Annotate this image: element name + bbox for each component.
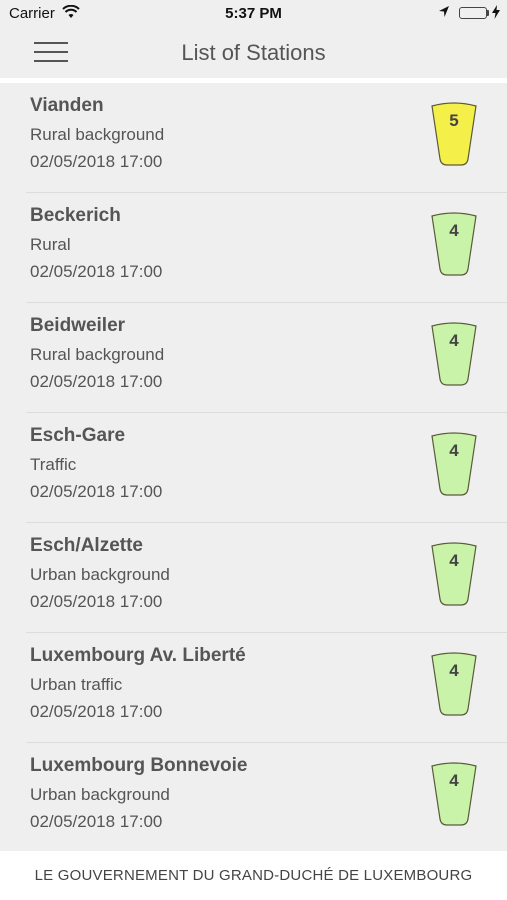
air-quality-index-badge: 5 xyxy=(428,101,480,169)
station-name: Beckerich xyxy=(30,205,121,226)
status-bar: Carrier 5:37 PM xyxy=(0,0,507,28)
station-row[interactable]: Luxembourg Av. Liberté Urban traffic 02/… xyxy=(0,633,507,743)
station-type: Urban background xyxy=(30,785,170,804)
air-quality-index-value: 4 xyxy=(449,551,459,570)
station-date: 02/05/2018 17:00 xyxy=(30,152,163,171)
air-quality-index-badge: 4 xyxy=(428,541,480,609)
air-quality-index-value: 4 xyxy=(449,771,459,790)
station-row[interactable]: Vianden Rural background 02/05/2018 17:0… xyxy=(0,83,507,193)
location-arrow-icon xyxy=(438,5,450,22)
station-type: Traffic xyxy=(30,455,77,474)
station-date: 02/05/2018 17:00 xyxy=(30,812,163,831)
footer: LE GOUVERNEMENT DU GRAND-DUCHÉ DE LUXEMB… xyxy=(0,851,507,900)
page-title: List of Stations xyxy=(181,40,326,65)
air-quality-index-value: 4 xyxy=(449,221,459,240)
station-row[interactable]: Esch-Gare Traffic 02/05/2018 17:00 4 xyxy=(0,413,507,523)
clock-time: 5:37 PM xyxy=(225,5,282,22)
station-name: Esch-Gare xyxy=(30,425,126,446)
battery-tip xyxy=(487,10,489,16)
government-label: LE GOUVERNEMENT DU GRAND-DUCHÉ DE LUXEMB… xyxy=(34,867,473,884)
charging-bolt-icon xyxy=(492,5,500,22)
station-list[interactable]: Vianden Rural background 02/05/2018 17:0… xyxy=(0,83,507,851)
station-name: Beidweiler xyxy=(30,315,126,336)
air-quality-index-value: 5 xyxy=(449,111,459,130)
air-quality-index-value: 4 xyxy=(449,331,459,350)
station-date: 02/05/2018 17:00 xyxy=(30,372,163,391)
station-type: Urban background xyxy=(30,565,170,584)
air-quality-index-badge: 4 xyxy=(428,651,480,719)
station-date: 02/05/2018 17:00 xyxy=(30,482,163,501)
navigation-bar: List of Stations xyxy=(0,28,507,78)
station-type: Rural background xyxy=(30,345,165,364)
station-date: 02/05/2018 17:00 xyxy=(30,262,163,281)
air-quality-index-value: 4 xyxy=(449,441,459,460)
station-type: Urban traffic xyxy=(30,675,123,694)
station-type: Rural xyxy=(30,235,71,254)
station-row[interactable]: Esch/Alzette Urban background 02/05/2018… xyxy=(0,523,507,633)
station-name: Vianden xyxy=(30,95,104,116)
air-quality-index-badge: 4 xyxy=(428,211,480,279)
station-row[interactable]: Beidweiler Rural background 02/05/2018 1… xyxy=(0,303,507,413)
station-type: Rural background xyxy=(30,125,165,144)
station-row[interactable]: Beckerich Rural 02/05/2018 17:00 4 xyxy=(0,193,507,303)
station-name: Esch/Alzette xyxy=(30,535,143,556)
air-quality-index-badge: 4 xyxy=(428,431,480,499)
station-name: Luxembourg Bonnevoie xyxy=(30,755,248,776)
air-quality-index-value: 4 xyxy=(449,661,459,680)
air-quality-index-badge: 4 xyxy=(428,321,480,389)
air-quality-index-badge: 4 xyxy=(428,761,480,829)
station-date: 02/05/2018 17:00 xyxy=(30,702,163,721)
station-date: 02/05/2018 17:00 xyxy=(30,592,163,611)
battery-icon xyxy=(459,7,487,19)
station-row[interactable]: Luxembourg Bonnevoie Urban background 02… xyxy=(0,743,507,851)
station-name: Luxembourg Av. Liberté xyxy=(30,645,246,666)
